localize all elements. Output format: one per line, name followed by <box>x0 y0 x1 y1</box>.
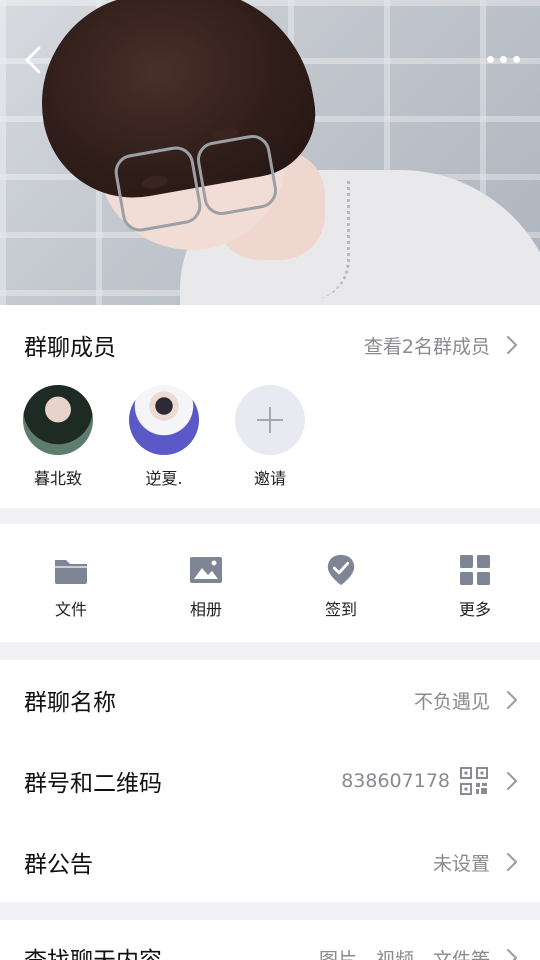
back-button[interactable] <box>16 40 50 80</box>
invite-button[interactable]: 邀请 <box>230 385 310 489</box>
search-history-title: 查找聊天内容 <box>24 941 162 960</box>
tool-files[interactable]: 文件 <box>26 552 116 620</box>
more-options-button[interactable] <box>478 44 528 74</box>
group-settings-section: 群聊名称 不负遇见 群号和二维码 838607178 群公告 未设置 <box>0 660 540 902</box>
chevron-right-icon <box>507 949 517 960</box>
more-dots-icon <box>499 55 507 63</box>
tool-label: 更多 <box>458 600 491 619</box>
group-name-row[interactable]: 群聊名称 不负遇见 <box>0 660 540 740</box>
cover-glasses-right <box>194 132 280 218</box>
tool-checkin[interactable]: 签到 <box>296 552 386 620</box>
invite-label: 邀请 <box>253 469 286 488</box>
image-icon <box>188 552 224 588</box>
member-item[interactable]: 暮北致 <box>18 385 98 489</box>
qr-code-icon <box>460 767 488 795</box>
member-name: 逆夏. <box>145 469 183 488</box>
member-name: 暮北致 <box>33 469 82 488</box>
avatar <box>23 385 93 455</box>
chevron-right-icon <box>507 336 517 354</box>
member-avatars: 暮北致 逆夏. 邀请 <box>0 385 540 495</box>
avatar <box>129 385 199 455</box>
search-history-section: 查找聊天内容 图片、视频、文件等 <box>0 920 540 960</box>
group-id-row[interactable]: 群号和二维码 838607178 <box>0 741 540 821</box>
group-name-title: 群聊名称 <box>24 690 116 716</box>
chevron-right-icon <box>507 853 517 871</box>
group-id-title: 群号和二维码 <box>24 771 162 797</box>
search-history-value: 图片、视频、文件等 <box>318 948 490 960</box>
group-cover-photo[interactable] <box>0 0 540 305</box>
tools-section: 文件 相册 签到 更多 <box>0 524 540 642</box>
announcement-value: 未设置 <box>432 852 490 875</box>
announcement-title: 群公告 <box>24 852 93 878</box>
member-item[interactable]: 逆夏. <box>124 385 204 489</box>
tool-label: 签到 <box>324 600 357 619</box>
chevron-right-icon <box>507 691 517 709</box>
chevron-right-icon <box>507 772 517 790</box>
plus-icon <box>257 407 283 433</box>
grid-icon <box>457 552 493 588</box>
announcement-row[interactable]: 群公告 未设置 <box>0 822 540 902</box>
members-header-row[interactable]: 群聊成员 查看2名群成员 <box>0 305 540 385</box>
search-history-row[interactable]: 查找聊天内容 图片、视频、文件等 <box>0 918 540 960</box>
folder-icon <box>53 552 89 588</box>
view-all-members-link[interactable]: 查看2名群成员 <box>364 332 490 359</box>
group-id-value: 838607178 <box>341 770 450 792</box>
cover-glasses-left <box>111 143 205 235</box>
tool-label: 相册 <box>189 600 222 619</box>
more-dots-icon <box>486 55 494 63</box>
checkin-icon <box>323 552 359 588</box>
group-name-value: 不负遇见 <box>413 690 490 713</box>
members-title: 群聊成员 <box>24 335 116 361</box>
more-dots-icon <box>512 55 520 63</box>
cover-necklace <box>290 180 350 300</box>
members-section: 群聊成员 查看2名群成员 暮北致 逆夏. 邀请 <box>0 305 540 508</box>
invite-avatar <box>235 385 305 455</box>
tool-label: 文件 <box>54 600 87 619</box>
tool-album[interactable]: 相册 <box>161 552 251 620</box>
tool-more[interactable]: 更多 <box>430 552 520 620</box>
chevron-left-icon <box>25 46 41 74</box>
